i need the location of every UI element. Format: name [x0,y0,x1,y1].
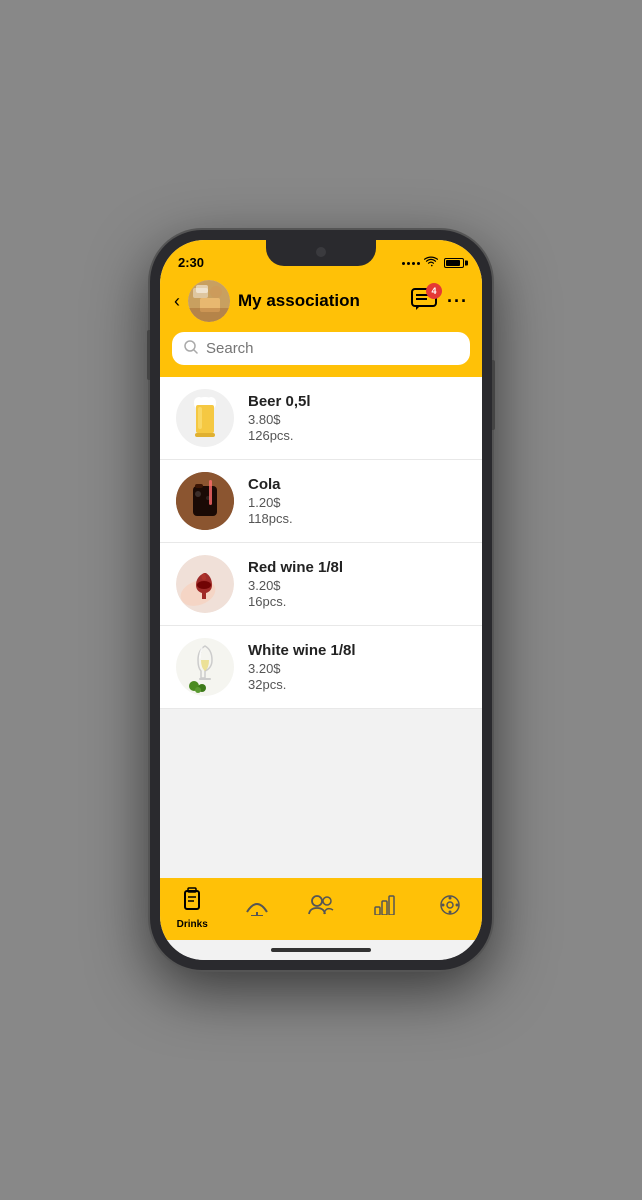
item-image-beer [176,389,234,447]
status-time: 2:30 [178,255,204,270]
item-price: 1.20$ [248,495,466,510]
notification-badge: 4 [426,283,442,299]
item-info-cola: Cola 1.20$ 118pcs. [248,476,466,526]
item-image-red-wine [176,555,234,613]
item-name: White wine 1/8l [248,642,466,659]
notch [266,240,376,266]
status-icons [402,256,464,270]
search-bar [172,332,470,365]
phone-screen: 2:30 [160,240,482,960]
drinks-icon [181,887,203,917]
search-input[interactable] [206,340,458,357]
item-name: Beer 0,5l [248,393,466,410]
item-image-white-wine [176,638,234,696]
avatar [188,280,230,322]
list-item[interactable]: White wine 1/8l 3.20$ 32pcs. [160,626,482,709]
list-item[interactable]: Cola 1.20$ 118pcs. [160,460,482,543]
nav-item-stats[interactable] [353,895,417,921]
item-qty: 32pcs. [248,677,466,692]
header-actions: 4 ··· [411,288,468,315]
nav-item-members[interactable] [289,895,353,921]
members-icon [308,895,334,921]
item-image-cola [176,472,234,530]
item-price: 3.80$ [248,412,466,427]
more-button[interactable]: ··· [447,291,468,312]
item-price: 3.20$ [248,578,466,593]
list-item[interactable]: Red wine 1/8l 3.20$ 16pcs. [160,543,482,626]
header: ‹ My association [160,274,482,332]
beer-icon [191,397,219,439]
list-item[interactable]: Beer 0,5l 3.80$ 126pcs. [160,377,482,460]
stats-icon [374,895,396,921]
item-qty: 126pcs. [248,428,466,443]
messages-button[interactable]: 4 [411,288,437,315]
drinks-label: Drinks [177,919,208,930]
red-wine-icon [176,555,234,613]
item-name: Red wine 1/8l [248,559,466,576]
item-price: 3.20$ [248,661,466,676]
search-icon [184,340,198,357]
nav-item-settings[interactable] [418,894,482,922]
page-title: My association [238,291,403,311]
empty-area [160,709,482,878]
camera [316,247,326,257]
item-info-beer: Beer 0,5l 3.80$ 126pcs. [248,393,466,443]
home-indicator [160,940,482,960]
search-container [160,332,482,377]
battery-icon [444,258,464,268]
white-wine-icon [176,638,234,696]
nav-item-drinks[interactable]: Drinks [160,887,224,930]
settings-icon [439,894,461,922]
items-list: Beer 0,5l 3.80$ 126pcs. [160,377,482,878]
item-qty: 118pcs. [248,511,466,526]
nav-item-food[interactable] [224,894,288,922]
item-qty: 16pcs. [248,594,466,609]
wifi-icon [424,256,438,270]
phone-frame: 2:30 [150,230,492,970]
signal-dots [402,262,420,265]
bottom-nav: Drinks [160,878,482,940]
item-name: Cola [248,476,466,493]
home-bar [271,948,371,952]
item-info-white-wine: White wine 1/8l 3.20$ 32pcs. [248,642,466,692]
cola-icon [176,472,234,530]
food-icon [245,894,269,922]
back-button[interactable]: ‹ [174,291,180,312]
item-info-red-wine: Red wine 1/8l 3.20$ 16pcs. [248,559,466,609]
